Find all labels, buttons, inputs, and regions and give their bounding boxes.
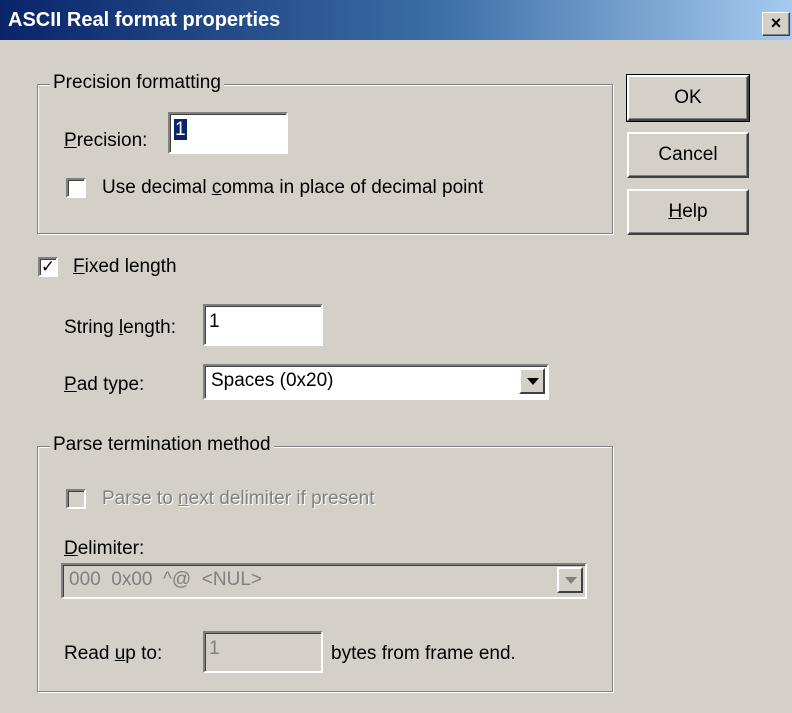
window-title: ASCII Real format properties xyxy=(8,9,281,31)
close-button[interactable]: × xyxy=(762,12,790,36)
read-up-to-input[interactable]: 1 xyxy=(203,631,323,673)
pad-type-label-text: ad type: xyxy=(76,374,145,395)
precision-formatting-group-label: Precision formatting xyxy=(50,72,224,94)
parse-termination-group-label: Parse termination method xyxy=(50,434,274,456)
string-length-input[interactable]: 1 xyxy=(203,304,323,346)
next-delimiter-label-key: n xyxy=(178,488,189,509)
precision-label: Precision: xyxy=(64,130,147,152)
close-icon: × xyxy=(770,13,782,33)
chevron-down-icon[interactable] xyxy=(557,567,583,593)
delimiter-label: Delimiter: xyxy=(64,538,144,560)
precision-label-key: P xyxy=(64,130,77,151)
fixed-length-label-key: F xyxy=(73,256,85,277)
next-delimiter-checkbox[interactable] xyxy=(66,489,86,509)
help-button[interactable]: Help xyxy=(627,189,749,235)
string-length-value: 1 xyxy=(209,311,220,332)
pad-type-label-key: P xyxy=(64,374,77,395)
string-length-label: String length: xyxy=(64,317,176,339)
dialog-window: ASCII Real format properties × Precision… xyxy=(0,0,792,713)
string-length-label-pre: String xyxy=(64,317,119,338)
precision-value: 1 xyxy=(174,119,187,140)
delimiter-selected: 000 0x00 ^@ <NUL> xyxy=(69,569,262,590)
delimiter-label-text: elimiter: xyxy=(77,538,145,559)
decimal-comma-label-pre: Use decimal xyxy=(102,177,212,198)
cancel-button[interactable]: Cancel xyxy=(627,132,749,178)
title-bar[interactable]: ASCII Real format properties × xyxy=(0,0,792,40)
precision-label-text: recision: xyxy=(76,130,148,151)
read-up-to-label-pre: Read xyxy=(64,643,115,664)
pad-type-dropdown[interactable]: Spaces (0x20) xyxy=(203,364,549,400)
pad-type-selected: Spaces (0x20) xyxy=(211,370,334,391)
bytes-from-frame-end-label: bytes from frame end. xyxy=(331,643,516,664)
read-up-to-label-key: u xyxy=(114,643,126,664)
fixed-length-label-text: ixed length xyxy=(84,256,177,277)
next-delimiter-label-pre: Parse to xyxy=(102,488,179,509)
ok-button[interactable]: OK xyxy=(626,74,750,122)
read-up-to-label: Read up to: xyxy=(64,643,162,665)
ok-button-label: OK xyxy=(674,87,702,108)
help-button-label: elp xyxy=(682,201,708,222)
next-delimiter-label[interactable]: Parse to next delimiter if present xyxy=(102,488,374,510)
read-up-to-label-post: p to: xyxy=(125,643,163,664)
decimal-comma-label[interactable]: Use decimal comma in place of decimal po… xyxy=(102,177,483,199)
cancel-button-label: Cancel xyxy=(658,144,718,165)
fixed-length-checkbox[interactable]: ✓ xyxy=(38,257,58,277)
next-delimiter-label-post: ext delimiter if present xyxy=(188,488,375,509)
precision-formatting-group: Precision formatting xyxy=(37,72,613,234)
delimiter-dropdown[interactable]: 000 0x00 ^@ <NUL> xyxy=(61,563,587,599)
decimal-comma-label-post: omma in place of decimal point xyxy=(221,177,484,198)
checkmark-icon: ✓ xyxy=(40,257,56,276)
chevron-down-icon[interactable] xyxy=(519,368,545,394)
decimal-comma-label-key: c xyxy=(211,177,222,198)
pad-type-label: Pad type: xyxy=(64,374,144,396)
decimal-comma-checkbox[interactable] xyxy=(66,178,86,198)
read-up-to-value: 1 xyxy=(209,638,220,659)
precision-input[interactable]: 1 xyxy=(168,112,288,154)
string-length-label-post: ength: xyxy=(123,317,176,338)
fixed-length-label[interactable]: Fixed length xyxy=(73,256,177,278)
help-button-key: H xyxy=(668,201,683,222)
delimiter-label-key: D xyxy=(64,538,78,559)
